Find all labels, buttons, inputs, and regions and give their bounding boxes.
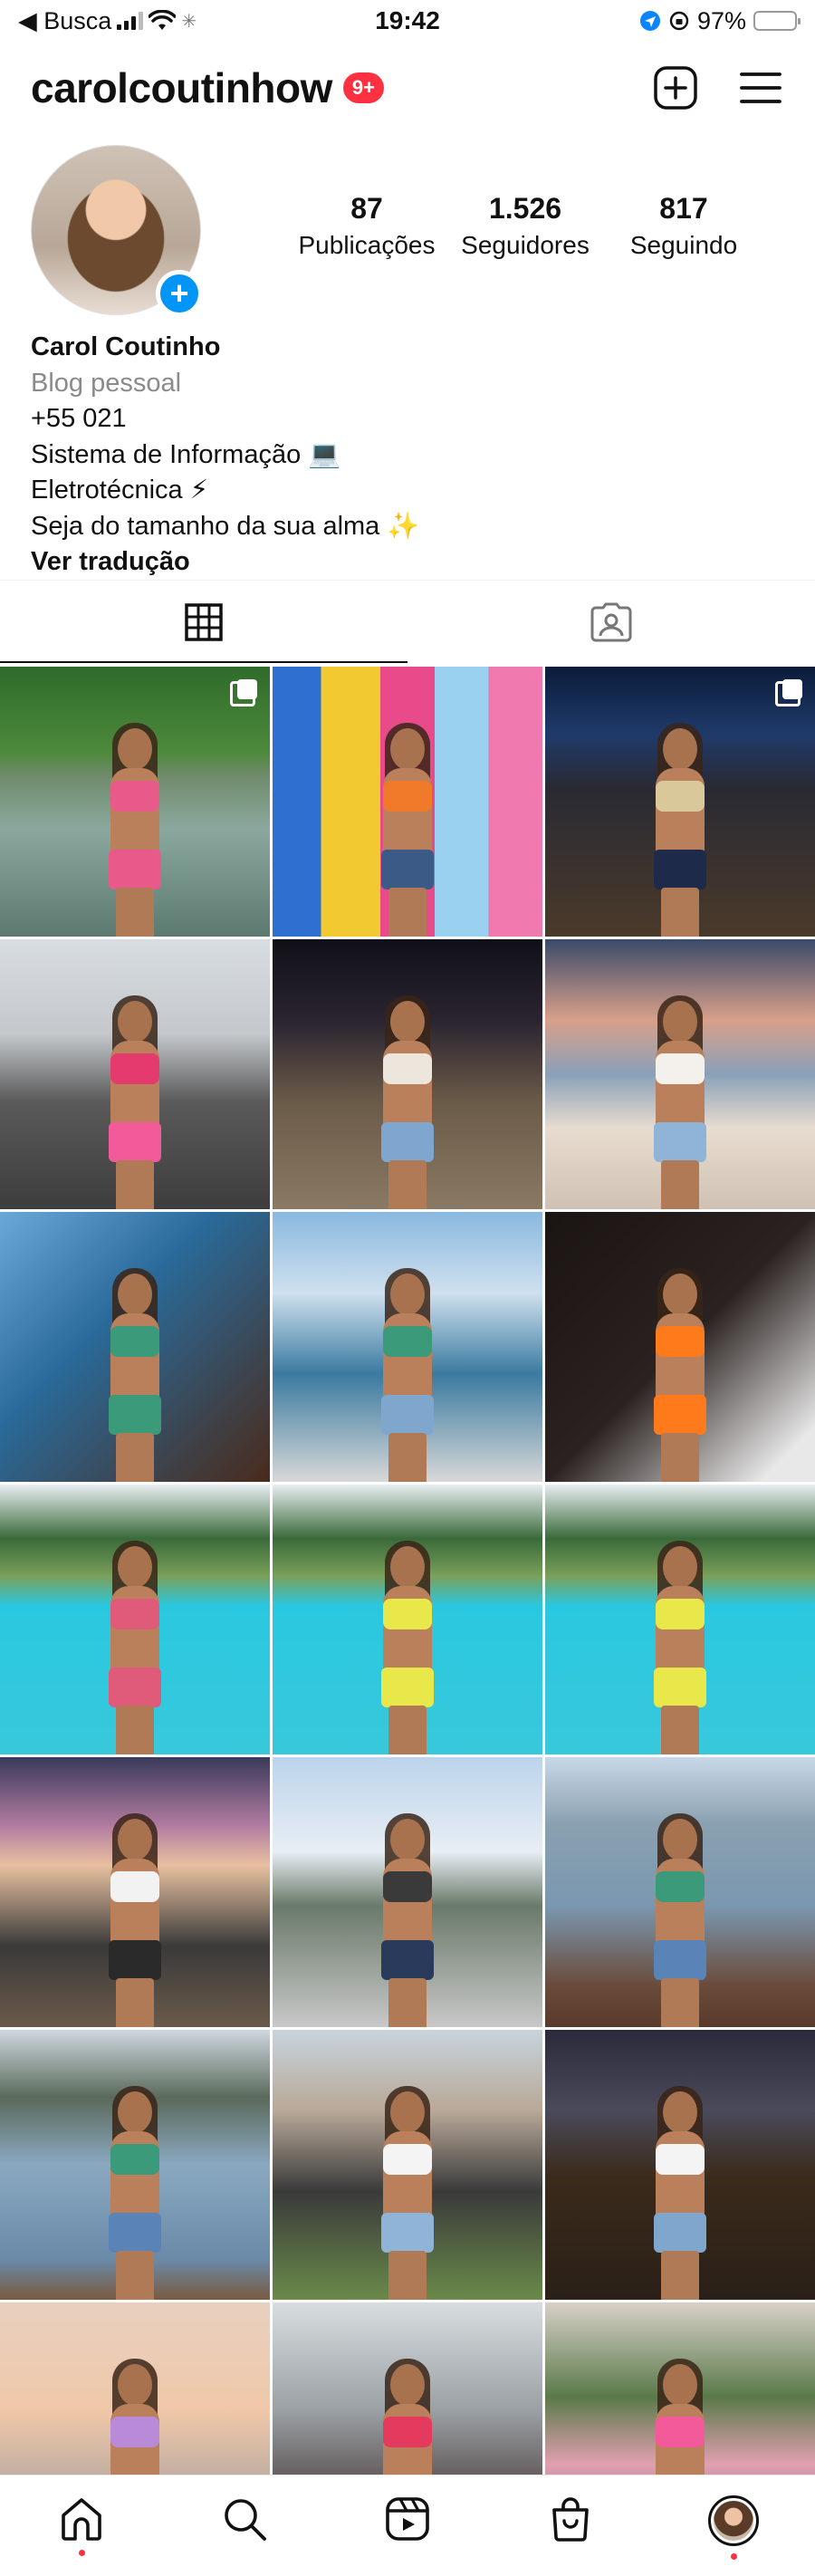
stat-followers-value: 1.526 [488,192,562,225]
tab-grid[interactable] [0,581,408,663]
location-icon [639,11,660,31]
post-subject [639,723,721,937]
post-subject [367,1268,448,1482]
home-icon [62,2498,101,2541]
stat-followers[interactable]: 1.526 Seguidores [448,192,602,260]
menu-icon [740,72,781,103]
profile-username[interactable]: carolcoutinhow [31,63,332,112]
posts-grid [0,667,815,2572]
nav-search[interactable] [163,2495,326,2542]
stat-posts-value: 87 [350,192,383,225]
post-subject [639,1541,721,1754]
post-subject [367,1541,448,1754]
post-thumbnail[interactable] [273,667,542,937]
post-subject [367,723,448,937]
stat-posts[interactable]: 87 Publicações [290,192,444,260]
post-thumbnail[interactable] [0,667,270,937]
reels-icon [386,2497,429,2541]
post-thumbnail[interactable] [273,1757,542,2027]
shop-icon [552,2497,589,2542]
post-thumbnail[interactable] [273,939,542,1209]
plus-icon: + [169,274,189,312]
post-subject [639,995,721,1209]
profile-avatar-container[interactable]: + [31,145,203,317]
menu-button[interactable] [737,64,784,111]
post-thumbnail[interactable] [273,2030,542,2300]
bio-line-phone: +55 021 [31,404,127,433]
stat-following-value: 817 [659,192,708,225]
notification-badge[interactable]: 9+ [342,72,384,103]
post-subject [639,1813,721,2027]
tagged-person-icon [590,602,632,641]
post-subject [367,1813,448,2027]
stat-followers-label: Seguidores [461,231,590,259]
home-notification-dot [78,2550,85,2556]
bio-line-quote: Seja do tamanho da sua alma ✨ [31,511,420,541]
bottom-nav [0,2475,815,2576]
post-subject [367,2086,448,2300]
profile-tabs [0,580,815,663]
back-to-search[interactable]: ◀ Busca ✳ [18,7,197,35]
nav-reels[interactable] [326,2495,489,2542]
post-subject [639,1268,721,1482]
post-thumbnail[interactable] [0,1757,270,2027]
post-subject [94,1268,176,1482]
tab-tagged[interactable] [408,581,815,663]
profile-bio: Carol Coutinho Blog pessoal +55 021 Sist… [31,330,791,581]
post-subject [639,2086,721,2300]
post-thumbnail[interactable] [0,2030,270,2300]
carousel-icon [775,679,802,706]
nav-profile[interactable] [652,2495,815,2560]
bio-line-profession: Eletrotécnica ⚡ [31,476,209,505]
battery-icon [753,11,801,31]
post-subject [94,723,176,937]
post-subject [94,995,176,1209]
see-translation-link[interactable]: Ver tradução [31,544,791,581]
post-thumbnail[interactable] [545,1757,815,2027]
post-thumbnail[interactable] [0,939,270,1209]
profile-stats: 87 Publicações 1.526 Seguidores 817 Segu… [290,192,761,260]
create-post-button[interactable] [652,64,699,111]
stat-posts-label: Publicações [298,231,436,259]
bio-line-studies: Sistema de Informação 💻 [31,439,341,469]
signal-icon [117,12,144,30]
post-thumbnail[interactable] [545,2030,815,2300]
stat-following[interactable]: 817 Seguindo [607,192,761,260]
loading-icon: ✳ [181,11,197,32]
profile-notification-dot [730,2553,737,2560]
wifi-icon [149,10,177,30]
post-thumbnail[interactable] [545,939,815,1209]
post-thumbnail[interactable] [545,1212,815,1482]
post-subject [367,995,448,1209]
status-bar: ◀ Busca ✳ 19:42 97% [0,0,815,42]
profile-category: Blog pessoal [31,368,182,398]
post-subject [94,1813,176,2027]
post-thumbnail[interactable] [0,1485,270,1754]
carousel-icon [230,679,257,706]
post-thumbnail[interactable] [273,1485,542,1754]
profile-name: Carol Coutinho [31,332,221,361]
nav-shop[interactable] [489,2495,652,2542]
back-label[interactable]: ◀ Busca [18,7,111,35]
post-thumbnail[interactable] [0,1212,270,1482]
orientation-lock-icon [669,11,689,31]
nav-home[interactable] [0,2495,163,2556]
battery-percent: 97% [696,6,746,34]
stat-following-label: Seguindo [629,231,738,259]
search-icon [225,2499,266,2541]
grid-icon [185,602,223,641]
post-thumbnail[interactable] [273,1212,542,1482]
profile-avatar [708,2495,759,2546]
profile-header: carolcoutinhow 9+ [0,56,815,120]
add-story-button[interactable]: + [156,270,203,317]
plus-square-icon [654,66,697,110]
post-subject [94,1541,176,1754]
post-subject [94,2086,176,2300]
post-thumbnail[interactable] [545,1485,815,1754]
post-thumbnail[interactable] [545,667,815,937]
